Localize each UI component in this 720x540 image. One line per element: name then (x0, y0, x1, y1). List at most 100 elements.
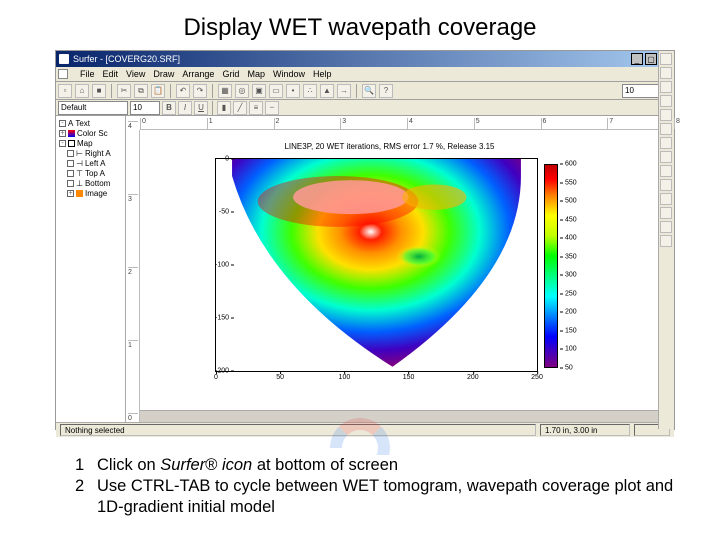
vtool-digitize[interactable] (660, 221, 672, 233)
tree-label: Top A (85, 169, 105, 178)
legend-tick-label: 300 (560, 272, 577, 279)
vtool-select[interactable] (660, 53, 672, 65)
ruler-tick: 2 (128, 267, 138, 276)
tool-redo[interactable]: ↷ (193, 84, 207, 98)
legend-tick-label: 450 (560, 216, 577, 223)
tool-contour[interactable]: ◎ (235, 84, 249, 98)
menu-edit[interactable]: Edit (103, 69, 119, 79)
tree-label: Bottom (85, 179, 110, 188)
instruction-number: 2 (75, 476, 97, 518)
horizontal-ruler: 012345678 (140, 116, 674, 130)
tool-linecolor[interactable]: ╱ (233, 101, 247, 115)
app-icon (59, 54, 69, 64)
vtool-reshape[interactable] (660, 151, 672, 163)
tool-post[interactable]: • (286, 84, 300, 98)
tree-image: +Image (57, 189, 124, 199)
tree-label: Map (77, 139, 93, 148)
tree-label: Right A (85, 149, 111, 158)
font-combo[interactable]: Default (58, 101, 128, 115)
menu-bar: File Edit View Draw Arrange Grid Map Win… (56, 67, 674, 82)
vtool-symbol[interactable] (660, 137, 672, 149)
size-combo[interactable]: 10 (130, 101, 160, 115)
tool-underline[interactable]: U (194, 101, 208, 115)
vtool-polyline[interactable] (660, 123, 672, 135)
tool-zoom[interactable]: 🔍 (362, 84, 376, 98)
mdi-icon (58, 69, 68, 79)
tree-map: -Map (57, 139, 124, 149)
vtool-polygon[interactable] (660, 109, 672, 121)
x-tick-label: 200 (467, 374, 479, 381)
menu-arrange[interactable]: Arrange (182, 69, 214, 79)
tool-bold[interactable]: B (162, 101, 176, 115)
legend-tick-label: 400 (560, 235, 577, 242)
tree-top-axis: ⊤Top A (57, 169, 124, 179)
vtool-rect[interactable] (660, 81, 672, 93)
tool-new[interactable]: ▫ (58, 84, 72, 98)
tree-label: Text (75, 119, 90, 128)
ruler-tick: 7 (607, 118, 613, 129)
main-toolbar: ▫ ⌂ ■ ✂ ⧉ 📋 ↶ ↷ ▦ ◎ ▣ ▭ • ∴ ▲ → 🔍 ? 10 (56, 82, 674, 100)
maximize-button[interactable]: ▢ (645, 53, 657, 65)
plot-canvas[interactable]: LINE3P, 20 WET iterations, RMS error 1.7… (140, 130, 674, 422)
tool-classpost[interactable]: ∴ (303, 84, 317, 98)
tree-text: -AText (57, 119, 124, 129)
tool-italic[interactable]: I (178, 101, 192, 115)
drawing-toolbar (658, 51, 674, 429)
tool-fillcolor[interactable]: ▮ (217, 101, 231, 115)
ruler-tick: 5 (474, 118, 480, 129)
tool-vector[interactable]: → (337, 84, 351, 98)
tool-3d[interactable]: ▲ (320, 84, 334, 98)
tool-linewidth[interactable]: ≡ (249, 101, 263, 115)
minimize-button[interactable]: _ (631, 53, 643, 65)
tool-base[interactable]: ▭ (269, 84, 283, 98)
menu-grid[interactable]: Grid (222, 69, 239, 79)
object-manager[interactable]: -AText +Color Sc -Map ⊢Right A ⊣Left A ⊤… (56, 116, 126, 422)
horizontal-scrollbar[interactable] (140, 410, 662, 422)
tool-help[interactable]: ? (379, 84, 393, 98)
plot-box: 0-50-100-150-200050100150200250 (215, 158, 538, 372)
menu-view[interactable]: View (126, 69, 145, 79)
menu-draw[interactable]: Draw (153, 69, 174, 79)
ruler-tick: 0 (140, 118, 146, 129)
color-bar (544, 164, 558, 368)
ruler-tick: 1 (128, 340, 138, 349)
menu-map[interactable]: Map (247, 69, 265, 79)
ruler-tick: 4 (407, 118, 413, 129)
legend-tick-label: 50 (560, 365, 573, 372)
vtool-text[interactable] (660, 67, 672, 79)
menu-file[interactable]: File (80, 69, 95, 79)
slide-title: Display WET wavepath coverage (0, 0, 720, 50)
tool-undo[interactable]: ↶ (176, 84, 190, 98)
menu-window[interactable]: Window (273, 69, 305, 79)
ruler-tick: 4 (128, 121, 138, 130)
instruction-text: Click on Surfer® icon at bottom of scree… (97, 455, 680, 476)
tool-paste[interactable]: 📋 (151, 84, 165, 98)
vtool-measure[interactable] (660, 235, 672, 247)
vtool-zoomout[interactable] (660, 193, 672, 205)
tool-dash[interactable]: ┈ (265, 101, 279, 115)
status-message: Nothing selected (60, 424, 536, 436)
ruler-tick: 8 (674, 118, 680, 129)
vtool-ellipse[interactable] (660, 95, 672, 107)
vtool-zoomin[interactable] (660, 179, 672, 191)
tool-grid[interactable]: ▦ (218, 84, 232, 98)
legend-tick-label: 600 (560, 161, 577, 168)
doc-name: [COVERG20.SRF] (106, 54, 181, 64)
vtool-pan[interactable] (660, 207, 672, 219)
menu-help[interactable]: Help (313, 69, 332, 79)
tool-save[interactable]: ■ (92, 84, 106, 98)
color-scale-legend: 60055050045040035030025020015010050 (544, 164, 584, 368)
legend-tick-label: 250 (560, 290, 577, 297)
tool-copy[interactable]: ⧉ (134, 84, 148, 98)
ruler-tick: 2 (274, 118, 280, 129)
tool-image[interactable]: ▣ (252, 84, 266, 98)
x-tick-label: 0 (214, 374, 218, 381)
workspace: -AText +Color Sc -Map ⊢Right A ⊣Left A ⊤… (56, 116, 674, 422)
tree-label: Image (85, 189, 107, 198)
instruction-row: 2Use CTRL-TAB to cycle between WET tomog… (75, 476, 680, 518)
vtool-rotate[interactable] (660, 165, 672, 177)
tool-cut[interactable]: ✂ (117, 84, 131, 98)
legend-tick-label: 200 (560, 309, 577, 316)
x-tick-label: 100 (339, 374, 351, 381)
tool-open[interactable]: ⌂ (75, 84, 89, 98)
